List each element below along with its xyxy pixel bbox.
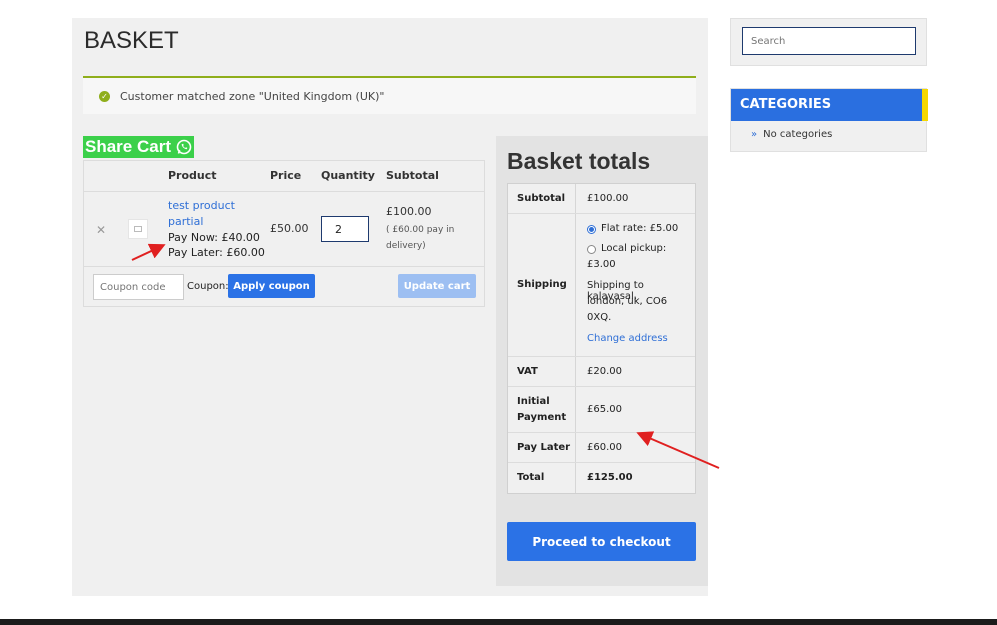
flat-rate-label[interactable]: Flat rate: £5.00 [601,223,678,234]
header-price: Price [270,169,302,182]
vat-value: £20.00 [587,366,622,377]
no-categories-text: No categories [763,129,833,140]
flat-rate-radio[interactable] [587,225,596,234]
footer-bar [0,619,997,625]
total-label: Total [517,472,545,483]
item-subtotal: £100.00 [386,205,432,218]
change-address-link[interactable]: Change address [587,333,668,344]
local-pickup-label[interactable]: Local pickup: [601,243,666,254]
basket-totals-title: Basket totals [507,148,651,174]
chevron-right-icon: » [751,129,758,140]
row-divider [508,213,695,214]
shipping-label: Shipping [517,279,567,290]
item-price: £50.00 [270,222,309,235]
row-divider [508,356,695,357]
zone-notice: ✓ Customer matched zone "United Kingdom … [83,76,696,114]
product-thumbnail[interactable] [128,219,148,239]
main-content: BASKET ✓ Customer matched zone "United K… [72,18,708,596]
coupon-label: Coupon: [187,281,229,292]
basket-totals-panel: Basket totals Subtotal £100.00 Shipping … [496,136,708,586]
subtotal-label: Subtotal [517,193,566,204]
proceed-to-checkout-button[interactable]: Proceed to checkout [507,522,696,561]
header-quantity: Quantity [321,169,375,182]
remove-item-icon[interactable]: ✕ [96,223,106,237]
notice-text: Customer matched zone "United Kingdom (U… [120,89,385,103]
shipping-address-line: 0XQ. [587,312,612,323]
total-value: £125.00 [587,472,633,483]
column-divider [575,184,576,493]
check-icon: ✓ [99,90,110,102]
subtotal-note: ( £60.00 pay in delivery) [386,225,455,251]
pay-later-label: Pay Later [517,442,571,453]
row-divider [508,432,695,433]
vat-label: VAT [517,366,538,377]
row-divider [508,386,695,387]
share-cart-label: Share Cart [85,137,171,156]
categories-title: CATEGORIES [731,89,928,121]
row-divider [508,462,695,463]
totals-table: Subtotal £100.00 Shipping Flat rate: £5.… [507,183,696,494]
row-divider [84,191,484,192]
initial-payment-label: Initial [517,396,550,407]
share-cart-button[interactable]: Share Cart [83,136,194,158]
update-cart-button[interactable]: Update cart [398,274,476,298]
local-pickup-radio[interactable] [587,245,596,254]
category-list-item: » No categories [751,129,832,140]
quantity-input[interactable] [321,216,369,242]
whatsapp-icon [176,139,192,155]
apply-coupon-button[interactable]: Apply coupon [228,274,315,298]
pay-later-value: £60.00 [587,442,622,453]
cart-table: Product Price Quantity Subtotal ✕ test p… [83,160,485,307]
pay-now-text: Pay Now: £40.00 [168,231,260,244]
shipping-address-line: london, uk, CO6 [587,296,668,307]
page-title: BASKET [84,27,179,54]
categories-widget: CATEGORIES » No categories [730,88,928,152]
local-pickup-price: £3.00 [587,259,616,270]
search-input[interactable] [742,27,916,55]
header-subtotal: Subtotal [386,169,439,182]
search-widget [730,18,927,66]
product-name-link[interactable]: test product partial [168,198,238,230]
subtotal-value: £100.00 [587,193,629,204]
header-product: Product [168,169,217,182]
pay-later-text: Pay Later: £60.00 [168,246,265,259]
image-placeholder-icon [134,226,142,232]
row-divider [84,266,484,267]
coupon-code-input[interactable] [93,274,184,300]
initial-payment-label: Payment [517,412,567,423]
initial-payment-value: £65.00 [587,404,622,415]
